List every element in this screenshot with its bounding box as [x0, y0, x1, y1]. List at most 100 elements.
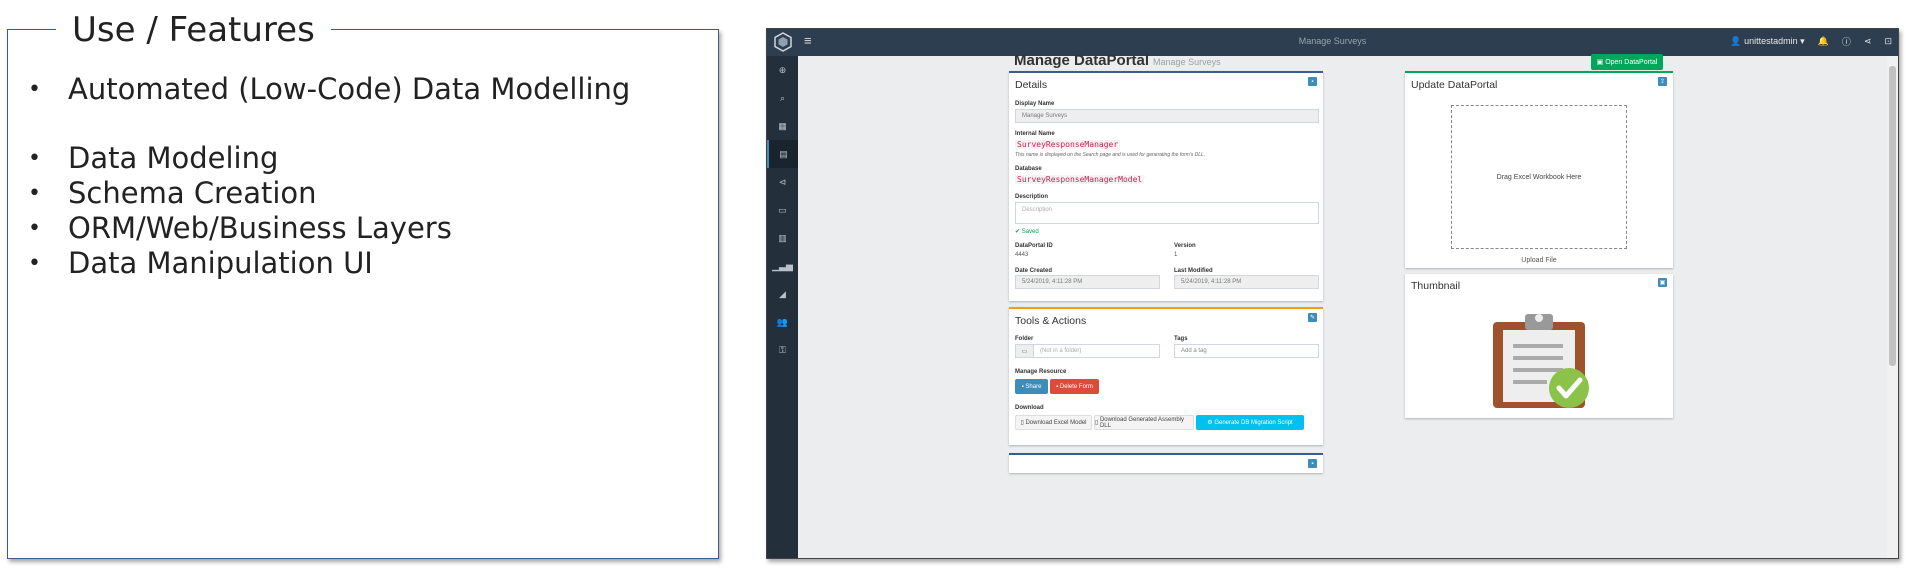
folder-label: Folder [1015, 336, 1034, 342]
description-textarea[interactable]: Description [1015, 202, 1319, 224]
share-button[interactable]: ▪ Share [1015, 379, 1048, 394]
download-excel-label: Download Excel Model [1025, 419, 1087, 426]
sidebar-item-table[interactable]: ▥ [767, 224, 798, 252]
next-card: ▪ [1009, 453, 1323, 473]
details-info-icon[interactable]: ▪ [1308, 77, 1317, 86]
card-info-icon[interactable]: ▪ [1308, 459, 1317, 468]
table-icon: ▥ [778, 232, 787, 243]
details-card: Details ▪ Display Name Manage Surveys In… [1009, 71, 1323, 301]
saved-status: ✔ Saved [1015, 229, 1039, 235]
share-icon[interactable]: ⋖ [1864, 36, 1872, 47]
display-name-label: Display Name [1015, 101, 1055, 107]
features-panel: Use / Features Automated (Low-Code) Data… [7, 10, 719, 559]
excel-drop-zone[interactable]: Drag Excel Workbook Here [1451, 105, 1627, 249]
version-value: 1 [1174, 252, 1178, 258]
details-title: Details [1015, 79, 1048, 91]
page-subtitle: Manage Surveys [1153, 57, 1221, 67]
internal-name-value: SurveyResponseManager [1015, 140, 1121, 149]
image-icon[interactable]: ▣ [1658, 278, 1667, 287]
features-title: Use / Features [56, 10, 331, 50]
feature-item: Data Manipulation UI [20, 246, 630, 281]
sidebar-item-database[interactable]: ▤ [767, 140, 798, 168]
clipboard-check-icon [1493, 314, 1589, 408]
download-label: Download [1015, 405, 1044, 411]
thumbnail-title: Thumbnail [1411, 280, 1461, 292]
delete-form-button[interactable]: ▪ Delete Form [1050, 379, 1099, 394]
folder-open-icon: ▣ [1596, 59, 1606, 66]
scrollbar-thumb[interactable] [1889, 66, 1896, 366]
folder-field[interactable]: (Not in a folder) [1015, 344, 1160, 358]
features-list: Automated (Low-Code) Data Modelling Data… [20, 72, 630, 281]
feature-item: Automated (Low-Code) Data Modelling [20, 72, 630, 107]
open-dataportal-label: Open DataPortal [1605, 58, 1658, 66]
scrollbar[interactable] [1887, 56, 1898, 558]
topbar-actions: 👤 unittestadmin ▾ 🔔 ⓘ ⋖ ⊡ [1730, 35, 1892, 48]
notifications-icon[interactable]: 🔔 [1818, 36, 1829, 47]
sidebar-item-workflow[interactable]: ⊲ [767, 168, 798, 196]
sidebar-item-search[interactable]: ⌕ [767, 84, 798, 112]
download-dll-label: Download Generated Assembly DLL [1099, 416, 1185, 429]
grid-icon: ▦ [778, 120, 787, 131]
topbar: ≡ Manage Surveys 👤 unittestadmin ▾ 🔔 ⓘ ⋖… [767, 29, 1898, 56]
tags-input[interactable]: Add a tag [1174, 344, 1319, 358]
download-dll-button[interactable]: ▯ Download Generated Assembly DLL [1094, 415, 1194, 430]
database-value: SurveyResponseManagerModel [1015, 175, 1145, 184]
user-name: unittestadmin [1744, 36, 1798, 46]
slide: Use / Features Automated (Low-Code) Data… [0, 0, 1907, 572]
sidebar-item-add[interactable]: ⊕ [767, 56, 798, 84]
internal-name-label: Internal Name [1015, 131, 1055, 137]
update-card: Update DataPortal ⇪ Drag Excel Workbook … [1405, 71, 1673, 268]
topbar-title: Manage Surveys [1298, 36, 1367, 46]
edit-icon[interactable]: ✎ [1308, 313, 1317, 322]
settings-icon[interactable]: ⊡ [1884, 36, 1892, 47]
sidebar-item-display[interactable]: ▭ [767, 196, 798, 224]
page-title: Manage DataPortal [1014, 52, 1150, 69]
bar-chart-icon: ▁▃▅ [772, 260, 793, 271]
delete-button-label: Delete Form [1059, 383, 1093, 390]
sidebar-item-analytics[interactable]: ◢ [767, 280, 798, 308]
sidebar-item-users[interactable]: 👥 [767, 308, 798, 336]
users-icon: 👥 [776, 316, 789, 327]
feature-item: Schema Creation [20, 176, 630, 211]
monitor-icon: ▭ [778, 204, 787, 215]
tools-title: Tools & Actions [1015, 315, 1087, 327]
last-modified-label: Last Modified [1174, 268, 1213, 274]
feature-item: Data Modeling [20, 141, 630, 176]
last-modified-field: 5/24/2019, 4:11:28 PM [1174, 275, 1319, 289]
download-excel-button[interactable]: ▯ Download Excel Model [1015, 415, 1092, 430]
saved-label: Saved [1021, 229, 1039, 235]
upload-icon[interactable]: ⇪ [1658, 77, 1667, 86]
app-window: ≡ Manage Surveys 👤 unittestadmin ▾ 🔔 ⓘ ⋖… [766, 28, 1899, 559]
database-label: Database [1015, 166, 1042, 172]
upload-file-link[interactable]: Upload File [1405, 257, 1673, 264]
open-dataportal-button[interactable]: ▣ Open DataPortal [1591, 54, 1663, 70]
date-created-label: Date Created [1015, 268, 1053, 274]
dataportal-id-value: 4443 [1015, 252, 1029, 258]
info-icon[interactable]: ⓘ [1842, 35, 1851, 48]
tools-card: Tools & Actions ✎ Folder (Not in a folde… [1009, 307, 1323, 445]
date-created-field: 5/24/2019, 4:11:28 PM [1015, 275, 1160, 289]
sidebar: ⊕ ⌕ ▦ ▤ ⊲ ▭ ▥ ▁▃▅ ◢ 👥 ⚿ [767, 56, 798, 558]
sidebar-item-reports[interactable]: ▁▃▅ [767, 252, 798, 280]
share-button-label: Share [1025, 383, 1042, 390]
sidebar-item-dashboard[interactable]: ▦ [767, 112, 798, 140]
display-name-field[interactable]: Manage Surveys [1015, 109, 1319, 123]
generate-migration-script-button[interactable]: ⚙ Generate DB Migration Script [1196, 415, 1304, 430]
database-icon: ▤ [779, 148, 788, 159]
internal-name-note: This name is displayed on the Search pag… [1015, 152, 1206, 158]
feature-item: ORM/Web/Business Layers [20, 211, 630, 246]
manage-resource-label: Manage Resource [1015, 369, 1067, 375]
dataportal-id-label: DataPortal ID [1015, 243, 1053, 249]
page-heading: Manage DataPortal Manage Surveys [1014, 52, 1221, 69]
sidebar-item-keys[interactable]: ⚿ [767, 336, 798, 364]
add-icon: ⊕ [778, 64, 787, 75]
gear-icon: ⚙ [1207, 420, 1215, 426]
folder-icon: ▭ [1016, 345, 1034, 357]
search-icon: ⌕ [779, 92, 786, 103]
workflow-icon: ⊲ [778, 176, 787, 187]
thumbnail-card: Thumbnail ▣ [1405, 274, 1673, 418]
version-label: Version [1174, 243, 1196, 249]
key-icon: ⚿ [779, 344, 786, 355]
update-title: Update DataPortal [1411, 79, 1498, 91]
user-menu[interactable]: 👤 unittestadmin ▾ [1730, 36, 1804, 47]
